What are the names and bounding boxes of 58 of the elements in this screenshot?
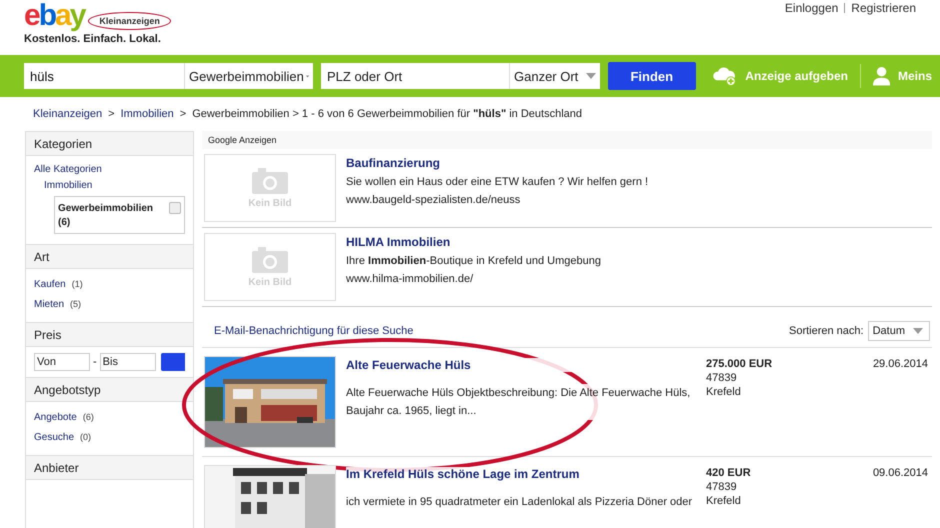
ad-url[interactable]: www.baugeld-spezialisten.de/neuss — [346, 194, 648, 206]
filter-link[interactable]: Angebote — [34, 412, 77, 423]
listing-date: 09.06.2014 — [872, 466, 929, 481]
listing-date: 29.06.2014 — [872, 357, 929, 372]
search-button[interactable]: Finden — [608, 62, 696, 90]
breadcrumb-separator: > — [108, 108, 115, 120]
tagline: Kostenlos. Einfach. Lokal. — [24, 33, 162, 45]
filter-count: (0) — [80, 432, 92, 442]
breadcrumb-separator: > — [180, 108, 186, 120]
section-heading: Angebotstyp — [26, 377, 193, 402]
location-field[interactable]: PLZ oder Ort Ganzer Ort — [321, 63, 600, 89]
search-field[interactable]: hüls Gewerbeimmobilien — [24, 63, 313, 89]
kleinanzeigen-badge: Kleinanzeigen — [88, 12, 171, 30]
listing-price: 420 EUR — [706, 467, 752, 479]
caret-icon — [586, 73, 596, 79]
category-link[interactable]: Alle Kategorien — [34, 164, 185, 175]
listing-price: 275.000 EUR — [706, 358, 774, 370]
breadcrumb-text: Gewerbeimmobilien > 1 - 6 von 6 Gewerbeimmobilien für "hüls" in Deutschland — [192, 108, 582, 120]
ad-text: Sie wollen ein Haus oder eine ETW kaufen ? Wir helfen gern ! — [346, 176, 648, 188]
section-heading: Kategorien — [26, 131, 193, 156]
radius-dropdown[interactable]: Ganzer Ort — [509, 63, 600, 89]
sort-label: Sortieren nach: — [788, 325, 864, 337]
filter-count: (6) — [82, 412, 94, 422]
filter-link[interactable]: Kaufen — [34, 279, 66, 290]
header-link[interactable]: Einloggen — [784, 1, 838, 15]
filter-count: (1) — [72, 279, 83, 289]
section-heading: Anbieter — [26, 455, 193, 480]
listing-city: Krefeld — [706, 495, 742, 507]
price-from-field[interactable]: Von — [34, 353, 90, 371]
listing-zip: 47839 — [706, 372, 738, 384]
checkbox[interactable] — [169, 202, 181, 214]
user-icon[interactable] — [872, 65, 890, 87]
header-link[interactable]: Registrieren — [851, 1, 916, 15]
breadcrumb-link[interactable]: Kleinanzeigen — [33, 108, 102, 120]
category-dropdown[interactable]: Gewerbeimmobilien — [184, 63, 313, 89]
price-to-field[interactable]: Bis — [100, 353, 156, 371]
sort-dropdown[interactable]: Datum — [868, 321, 930, 341]
apply-price-button[interactable] — [160, 353, 185, 371]
section-heading: Art — [26, 244, 193, 269]
cloud-plus-icon[interactable] — [712, 65, 738, 87]
selected-category[interactable]: Gewerbeimmobilien (6) — [54, 196, 185, 234]
filter-link[interactable]: Mieten — [34, 299, 64, 310]
filter-count: (5) — [70, 299, 82, 309]
listing-zip: 47839 — [706, 481, 738, 493]
ad-url[interactable]: www.hilma-immobilien.de/ — [346, 273, 601, 285]
camera-icon — [252, 246, 288, 272]
ebay-logo[interactable]: ebay — [24, 0, 84, 32]
ad-text: Ihre Immobilien-Boutique in Krefeld und Umgebung — [346, 255, 601, 267]
listing-city: Krefeld — [706, 386, 742, 398]
filter-link[interactable]: Gesuche — [34, 432, 74, 443]
section-heading: Preis — [26, 322, 193, 347]
email-alert-link[interactable]: E-Mail-Benachrichtigung für diese Suche — [214, 325, 414, 337]
category-link[interactable]: Immobilien — [34, 180, 185, 191]
ads-heading: Google Anzeigen — [202, 131, 932, 149]
camera-icon — [252, 168, 288, 194]
caret-icon — [913, 328, 923, 334]
range-separator: - — [93, 356, 97, 368]
breadcrumb-link[interactable]: Immobilien — [120, 108, 174, 120]
